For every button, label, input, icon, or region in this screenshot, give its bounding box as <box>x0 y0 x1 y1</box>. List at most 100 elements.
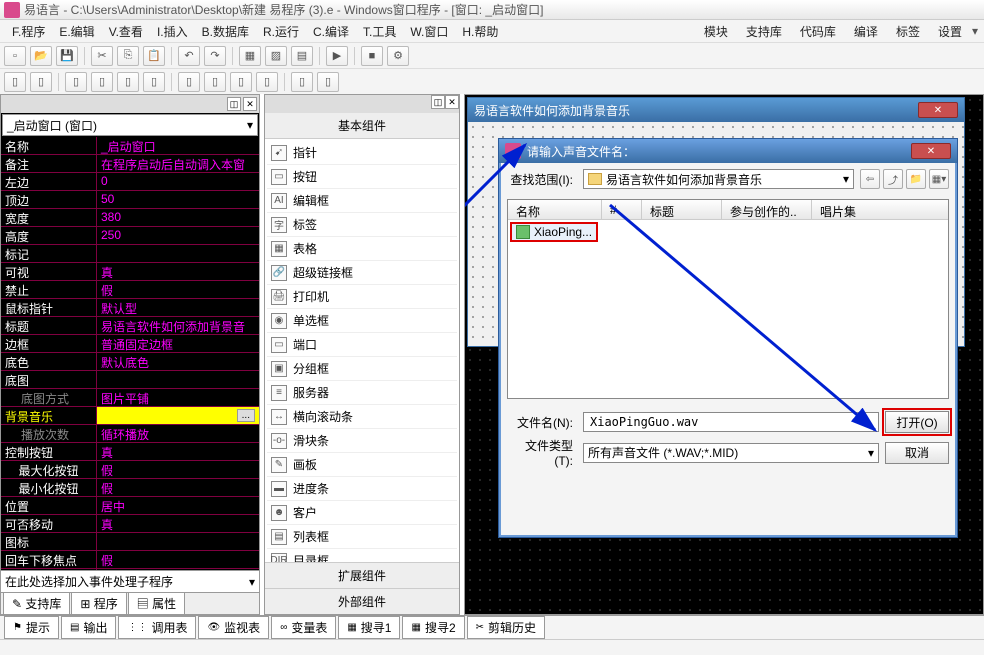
tb2-5[interactable]: ▯ <box>117 72 139 92</box>
tb2-1[interactable]: ▯ <box>4 72 26 92</box>
component-item[interactable]: ▣分组框 <box>267 357 457 381</box>
col-name[interactable]: 名称 <box>508 200 602 219</box>
tb-copy[interactable]: ⎘ <box>117 46 139 66</box>
component-item[interactable]: ▦表格 <box>267 237 457 261</box>
property-row[interactable]: 背景音乐... <box>1 407 259 425</box>
tab-program[interactable]: ⊞ 程序 <box>71 592 126 615</box>
tb-tool3[interactable]: ▤ <box>291 46 313 66</box>
file-item[interactable]: XiaoPing... <box>510 222 598 242</box>
property-value[interactable]: 真 <box>97 515 259 532</box>
col-album[interactable]: 唱片集 <box>812 200 948 219</box>
property-row[interactable]: 鼠标指针默认型 <box>1 299 259 317</box>
dialog-close-button[interactable]: ✕ <box>911 143 951 159</box>
tb2-2[interactable]: ▯ <box>30 72 52 92</box>
property-value[interactable]: _启动窗口 <box>97 137 259 154</box>
component-item[interactable]: ▭按钮 <box>267 165 457 189</box>
property-value[interactable]: 真 <box>97 263 259 280</box>
component-item[interactable]: AI编辑框 <box>267 189 457 213</box>
newfolder-button[interactable]: 📁 <box>906 169 926 189</box>
tab-supportlib[interactable]: ✎ 支持库 <box>3 592 70 615</box>
property-row[interactable]: 高度250 <box>1 227 259 245</box>
property-value[interactable] <box>97 371 259 388</box>
component-item[interactable]: -o-滑块条 <box>267 429 457 453</box>
property-value[interactable]: ... <box>97 407 259 424</box>
tb-tool1[interactable]: ▦ <box>239 46 261 66</box>
bottom-tab[interactable]: ∞变量表 <box>271 616 336 639</box>
property-row[interactable]: 宽度380 <box>1 209 259 227</box>
col-title[interactable]: 标题 <box>642 200 722 219</box>
property-row[interactable]: 底图方式图片平铺 <box>1 389 259 407</box>
bottom-tab[interactable]: ▦搜寻2 <box>402 616 464 639</box>
bottom-tab[interactable]: ✂剪辑历史 <box>467 616 545 639</box>
component-item[interactable]: DIR目录框 <box>267 549 457 562</box>
property-value[interactable]: 假 <box>97 551 259 568</box>
panel-close-icon[interactable]: ✕ <box>445 95 459 109</box>
menu-program[interactable]: F.程序 <box>6 21 51 42</box>
rmenu-supportlib[interactable]: 支持库 <box>738 21 790 42</box>
filename-input[interactable] <box>583 412 879 432</box>
tb-new[interactable]: ▫ <box>4 46 26 66</box>
property-row[interactable]: 播放次数循环播放 <box>1 425 259 443</box>
component-item[interactable]: 🖨打印机 <box>267 285 457 309</box>
menu-database[interactable]: B.数据库 <box>196 21 255 42</box>
tb2-9[interactable]: ▯ <box>230 72 252 92</box>
property-value[interactable]: 380 <box>97 209 259 226</box>
menu-help[interactable]: H.帮助 <box>456 21 504 42</box>
back-button[interactable]: ⇦ <box>860 169 880 189</box>
tb-tool2[interactable]: ▨ <box>265 46 287 66</box>
file-list[interactable]: 名称 # 标题 参与创作的.. 唱片集 XiaoPing... <box>507 199 949 399</box>
component-item[interactable]: ▬进度条 <box>267 477 457 501</box>
property-row[interactable]: 最大化按钮假 <box>1 461 259 479</box>
bottom-tab[interactable]: ⚑提示 <box>4 616 59 639</box>
tb-debug[interactable]: ⚙ <box>387 46 409 66</box>
property-row[interactable]: 可视真 <box>1 263 259 281</box>
panel-pin-icon[interactable]: ◫ <box>431 95 445 109</box>
tb-open[interactable]: 📂 <box>30 46 52 66</box>
property-row[interactable]: 位置居中 <box>1 497 259 515</box>
form-designer[interactable]: 易语言软件如何添加背景音乐 ✕ 请输入声音文件名： ✕ 查找范围(I): <box>464 94 984 615</box>
col-num[interactable]: # <box>602 200 642 219</box>
property-value[interactable]: 假 <box>97 461 259 478</box>
property-value[interactable] <box>97 245 259 262</box>
tb-cut[interactable]: ✂ <box>91 46 113 66</box>
tb-save[interactable]: 💾 <box>56 46 78 66</box>
group-external[interactable]: 外部组件 <box>265 588 459 614</box>
panel-close-icon[interactable]: ✕ <box>243 97 257 111</box>
property-value[interactable]: 50 <box>97 191 259 208</box>
rmenu-settings[interactable]: 设置 <box>930 21 970 42</box>
viewmode-button[interactable]: ▦▾ <box>929 169 949 189</box>
property-row[interactable]: 图标 <box>1 533 259 551</box>
col-artist[interactable]: 参与创作的.. <box>722 200 812 219</box>
property-value[interactable]: 图片平铺 <box>97 389 259 406</box>
property-value[interactable]: 250 <box>97 227 259 244</box>
tb-paste[interactable]: 📋 <box>143 46 165 66</box>
menu-view[interactable]: V.查看 <box>103 21 149 42</box>
property-row[interactable]: 底图 <box>1 371 259 389</box>
tb-stop[interactable]: ■ <box>361 46 383 66</box>
property-row[interactable]: 名称_启动窗口 <box>1 137 259 155</box>
menu-edit[interactable]: E.编辑 <box>53 21 100 42</box>
property-value[interactable]: 真 <box>97 443 259 460</box>
property-value[interactable]: 0 <box>97 173 259 190</box>
component-item[interactable]: ✎画板 <box>267 453 457 477</box>
tb2-11[interactable]: ▯ <box>291 72 313 92</box>
component-item[interactable]: ☻客户 <box>267 501 457 525</box>
rmenu-module[interactable]: 模块 <box>696 21 736 42</box>
property-value[interactable]: 默认型 <box>97 299 259 316</box>
tb-redo[interactable]: ↷ <box>204 46 226 66</box>
up-button[interactable]: ⤴ <box>883 169 903 189</box>
cancel-button[interactable]: 取消 <box>885 442 949 464</box>
property-value[interactable]: 在程序启动后自动调入本窗 <box>97 155 259 172</box>
property-value[interactable]: 假 <box>97 281 259 298</box>
tb2-3[interactable]: ▯ <box>65 72 87 92</box>
property-value[interactable]: 易语言软件如何添加背景音 <box>97 317 259 334</box>
property-value[interactable] <box>97 533 259 550</box>
bottom-tab[interactable]: ⋮⋮调用表 <box>118 616 196 639</box>
rmenu-compile[interactable]: 编译 <box>846 21 886 42</box>
component-item[interactable]: ↔横向滚动条 <box>267 405 457 429</box>
property-row[interactable]: 边框普通固定边框 <box>1 335 259 353</box>
menu-compile[interactable]: C.编译 <box>307 21 355 42</box>
tb2-7[interactable]: ▯ <box>178 72 200 92</box>
menu-window[interactable]: W.窗口 <box>404 21 454 42</box>
bottom-tab[interactable]: ▤输出 <box>61 616 116 639</box>
